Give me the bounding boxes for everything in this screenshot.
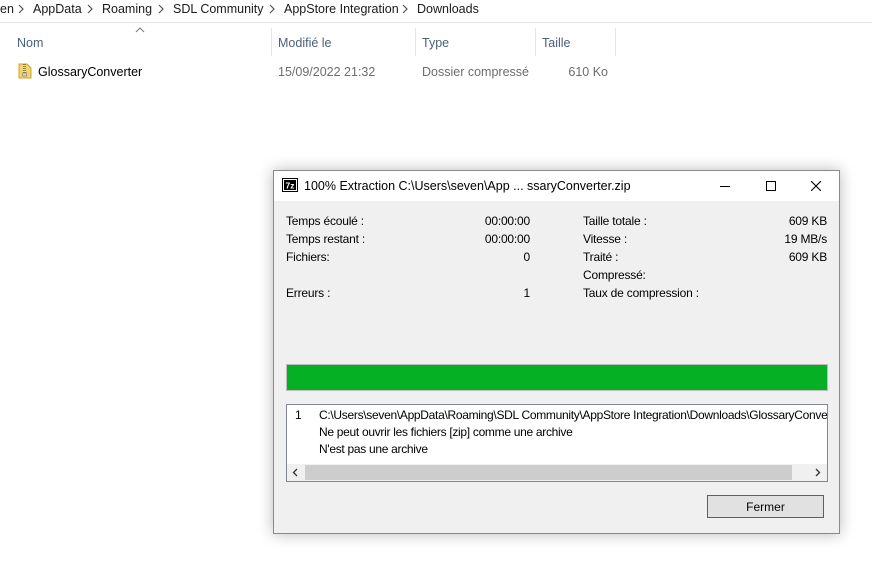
breadcrumb-item[interactable]: AppStore Integration [284,1,399,17]
speed-value: 19 MB/s [784,232,827,246]
scroll-left-button[interactable] [287,464,304,481]
close-icon [811,181,821,191]
message-index: 1 [295,408,302,422]
minimize-icon [720,186,730,187]
dialog-titlebar[interactable]: 7z 100% Extraction C:\Users\seven\App ..… [274,171,839,201]
breadcrumb-item[interactable]: Roaming [102,1,152,17]
message-line-1: Ne peut ouvrir les fichiers [zip] comme … [319,425,573,439]
chevron-left-icon [292,468,298,477]
breadcrumb-item[interactable]: AppData [33,1,82,17]
error-messages-list[interactable]: 1 C:\Users\seven\AppData\Roaming\SDL Com… [286,404,828,482]
compression-ratio-label: Taux de compression : [583,286,699,300]
message-line-2: N'est pas une archive [319,442,428,456]
column-divider[interactable] [615,28,616,56]
files-value: 0 [523,250,531,264]
close-button[interactable]: Fermer [707,495,824,518]
progress-bar-fill [287,365,827,390]
file-size: 610 Ko [568,65,608,79]
column-divider[interactable] [415,28,416,56]
7zip-icon: 7z [282,178,298,192]
file-type: Dossier compressé [422,65,529,79]
minimize-button[interactable] [702,171,748,201]
sort-ascending-icon [135,27,145,33]
horizontal-scrollbar[interactable] [287,464,827,481]
message-path: C:\Users\seven\AppData\Roaming\SDL Commu… [319,408,828,422]
close-window-button[interactable] [793,171,839,201]
chevron-right-icon [815,468,821,477]
column-header-size[interactable]: Taille [542,36,571,50]
column-headers: Nom Modifié le Type Taille [0,26,872,60]
total-size-value: 609 KB [788,214,827,228]
processed-value: 609 KB [788,250,827,264]
chevron-right-icon [17,3,27,15]
svg-text:7z: 7z [286,181,295,191]
remaining-time-value: 00:00:00 [484,232,530,246]
processed-label: Traité : [583,250,619,264]
extraction-dialog: 7z 100% Extraction C:\Users\seven\App ..… [273,170,840,534]
elapsed-time-value: 00:00:00 [484,214,530,228]
file-row[interactable]: GlossaryConverter 15/09/2022 21:32 Dossi… [0,62,872,82]
column-divider[interactable] [535,28,536,56]
zip-folder-icon [18,63,32,79]
dialog-title: 100% Extraction C:\Users\seven\App ... s… [304,179,631,193]
remaining-time-label: Temps restant : [286,232,366,246]
breadcrumb-item[interactable]: en [0,1,14,17]
column-divider[interactable] [271,28,272,56]
errors-label: Erreurs : [286,286,331,300]
maximize-button[interactable] [748,171,794,201]
scroll-right-button[interactable] [810,464,827,481]
compressed-label: Compressé: [583,268,646,282]
breadcrumb-item[interactable]: SDL Community [173,1,264,17]
elapsed-time-label: Temps écoulé : [286,214,364,228]
chevron-right-icon [86,3,96,15]
column-header-modified[interactable]: Modifié le [278,36,332,50]
speed-label: Vitesse : [583,232,628,246]
scroll-thumb[interactable] [305,465,792,480]
column-header-type[interactable]: Type [422,36,449,50]
file-name[interactable]: GlossaryConverter [38,65,142,79]
total-size-label: Taille totale : [583,214,647,228]
breadcrumb: en AppData Roaming SDL Community AppStor… [0,0,872,23]
maximize-icon [766,181,776,191]
chevron-right-icon [268,3,278,15]
progress-bar [286,364,828,391]
column-header-name[interactable]: Nom [17,36,43,50]
chevron-right-icon [157,3,167,15]
breadcrumb-item[interactable]: Downloads [417,1,479,17]
files-label: Fichiers: [286,250,330,264]
chevron-right-icon [401,3,411,15]
file-modified: 15/09/2022 21:32 [278,65,376,79]
errors-value: 1 [523,286,531,300]
